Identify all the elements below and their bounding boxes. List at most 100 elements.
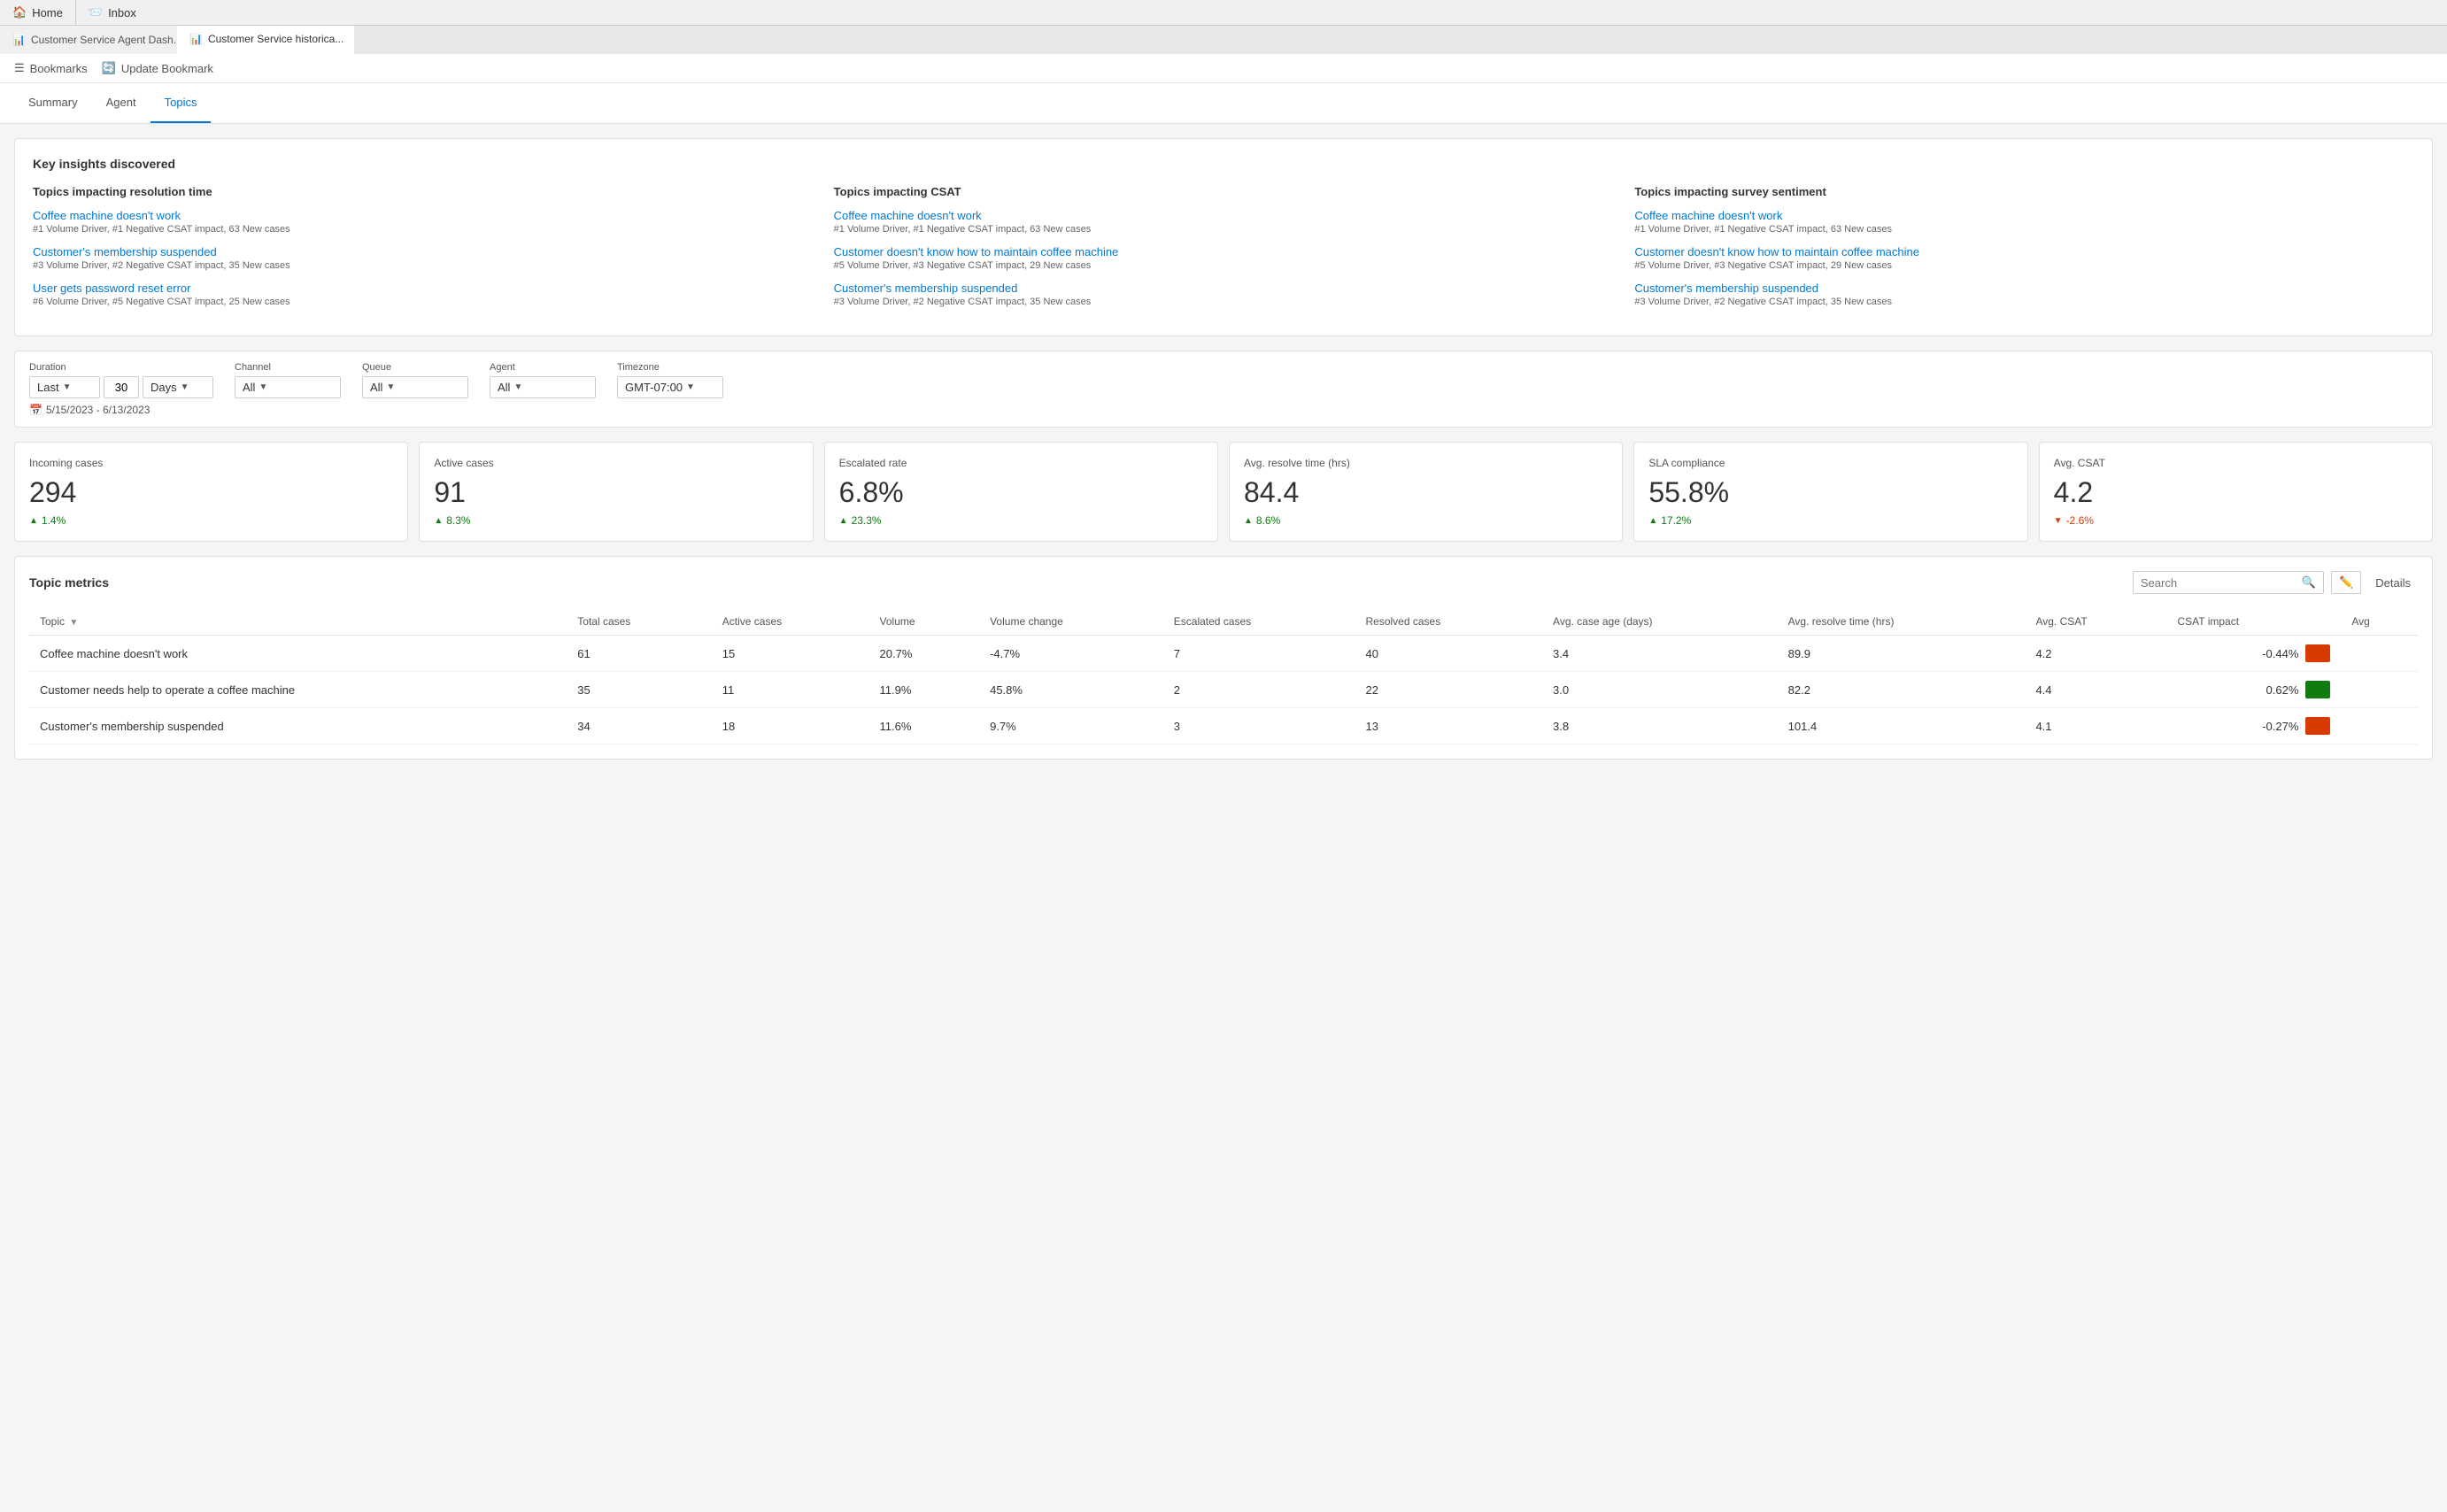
- date-range: 📅 5/15/2023 - 6/13/2023: [29, 404, 2418, 416]
- filter-channel-select[interactable]: All ▼: [235, 376, 341, 398]
- col-avg-csat[interactable]: Avg. CSAT: [2025, 608, 2166, 636]
- calendar-icon: 📅: [29, 404, 42, 416]
- filter-queue-select[interactable]: All ▼: [362, 376, 468, 398]
- kpi-sla-change-value: 17.2%: [1661, 514, 1691, 527]
- search-input[interactable]: [2141, 576, 2296, 590]
- insight-link-2-0[interactable]: Coffee machine doesn't work: [1634, 209, 2414, 222]
- update-bookmark-button[interactable]: 🔄 Update Bookmark: [102, 61, 213, 75]
- insight-link-0-0[interactable]: Coffee machine doesn't work: [33, 209, 813, 222]
- insight-meta-2-2: #3 Volume Driver, #2 Negative CSAT impac…: [1634, 297, 2414, 307]
- main-content: Key insights discovered Topics impacting…: [0, 124, 2447, 774]
- filter-duration-value-input[interactable]: [104, 376, 139, 398]
- kpi-sla-title: SLA compliance: [1648, 457, 2012, 469]
- col-volume-change[interactable]: Volume change: [979, 608, 1163, 636]
- insight-meta-0-1: #3 Volume Driver, #2 Negative CSAT impac…: [33, 260, 813, 271]
- col-avg[interactable]: Avg: [2341, 608, 2418, 636]
- col-avg-case-age[interactable]: Avg. case age (days): [1542, 608, 1778, 636]
- home-tab[interactable]: 🏠 Home: [0, 0, 75, 25]
- insight-meta-2-0: #1 Volume Driver, #1 Negative CSAT impac…: [1634, 224, 2414, 235]
- row-2-topic: Customer's membership suspended: [29, 708, 567, 744]
- kpi-csat-change-value: -2.6%: [2066, 514, 2094, 527]
- chevron-down-icon-agent: ▼: [513, 382, 522, 392]
- tab-label-historical: Customer Service historica...: [208, 33, 344, 45]
- kpi-escalated-value: 6.8%: [839, 476, 1203, 509]
- col-resolved-cases[interactable]: Resolved cases: [1355, 608, 1543, 636]
- row-0-active: 15: [712, 636, 869, 672]
- table-title: Topic metrics: [29, 575, 109, 590]
- chevron-down-icon: ▼: [63, 382, 72, 392]
- filter-duration-preset-value: Last: [37, 381, 59, 394]
- filter-agent-select[interactable]: All ▼: [490, 376, 596, 398]
- tab-agent-dash[interactable]: 📊 Customer Service Agent Dash...: [0, 26, 177, 54]
- table-wrapper: Topic ▼ Total cases Active cases Volume …: [29, 608, 2418, 744]
- col-csat-impact[interactable]: CSAT impact: [2166, 608, 2341, 636]
- row-1-csat-bar-cell: 0.62%: [2177, 681, 2330, 698]
- row-1-csat-impact-value: 0.62%: [2266, 683, 2299, 697]
- col-active-cases[interactable]: Active cases: [712, 608, 869, 636]
- insight-link-1-1[interactable]: Customer doesn't know how to maintain co…: [834, 245, 1614, 258]
- kpi-active-change-value: 8.3%: [446, 514, 470, 527]
- tab-label-agent-dash: Customer Service Agent Dash...: [31, 34, 177, 46]
- filter-queue: Queue All ▼: [362, 362, 468, 398]
- tab-historical[interactable]: 📊 Customer Service historica... ✕: [177, 26, 354, 54]
- row-1-volume-change: 45.8%: [979, 672, 1163, 708]
- inbox-label: Inbox: [108, 6, 136, 19]
- filter-queue-label: Queue: [362, 362, 468, 373]
- row-2-avg-resolve: 101.4: [1778, 708, 2026, 744]
- row-0-volume-change: -4.7%: [979, 636, 1163, 672]
- insight-meta-2-1: #5 Volume Driver, #3 Negative CSAT impac…: [1634, 260, 2414, 271]
- row-0-total: 61: [567, 636, 712, 672]
- home-icon: 🏠: [12, 5, 27, 19]
- filter-agent-label: Agent: [490, 362, 596, 373]
- insight-link-2-2[interactable]: Customer's membership suspended: [1634, 282, 2414, 295]
- tab-summary[interactable]: Summary: [14, 83, 92, 123]
- row-2-csat-bar-cell: -0.27%: [2177, 717, 2330, 735]
- insight-link-0-1[interactable]: Customer's membership suspended: [33, 245, 813, 258]
- search-box[interactable]: 🔍: [2133, 571, 2324, 594]
- col-topic[interactable]: Topic ▼: [29, 608, 567, 636]
- col-volume[interactable]: Volume: [869, 608, 980, 636]
- sort-icon-topic: ▼: [69, 618, 78, 628]
- kpi-resolve-value: 84.4: [1244, 476, 1608, 509]
- kpi-escalated-change-value: 23.3%: [852, 514, 882, 527]
- table-row: Coffee machine doesn't work 61 15 20.7% …: [29, 636, 2418, 672]
- tab-topics[interactable]: Topics: [151, 83, 212, 123]
- kpi-resolve-change: ▲ 8.6%: [1244, 514, 1608, 527]
- insight-link-2-1[interactable]: Customer doesn't know how to maintain co…: [1634, 245, 2414, 258]
- kpi-active-change: ▲ 8.3%: [434, 514, 798, 527]
- kpi-card-escalated: Escalated rate 6.8% ▲ 23.3%: [824, 442, 1218, 542]
- insight-col-csat: Topics impacting CSAT Coffee machine doe…: [834, 185, 1614, 318]
- insight-link-1-0[interactable]: Coffee machine doesn't work: [834, 209, 1614, 222]
- edit-button[interactable]: ✏️: [2331, 571, 2361, 594]
- row-1-csat-impact: 0.62%: [2166, 672, 2341, 708]
- kpi-active-value: 91: [434, 476, 798, 509]
- col-escalated-cases[interactable]: Escalated cases: [1163, 608, 1355, 636]
- insights-card: Key insights discovered Topics impacting…: [14, 138, 2433, 336]
- row-2-csat-impact-value: -0.27%: [2262, 720, 2298, 733]
- row-2-escalated: 3: [1163, 708, 1355, 744]
- kpi-escalated-change: ▲ 23.3%: [839, 514, 1203, 527]
- row-2-active: 18: [712, 708, 869, 744]
- row-0-csat-bar-red: [2305, 644, 2330, 662]
- row-0-csat-impact-value: -0.44%: [2262, 647, 2298, 660]
- col-total-cases[interactable]: Total cases: [567, 608, 712, 636]
- filter-duration-unit-value: Days: [151, 381, 177, 394]
- insight-link-0-2[interactable]: User gets password reset error: [33, 282, 813, 295]
- row-2-avg-age: 3.8: [1542, 708, 1778, 744]
- filter-duration-unit-select[interactable]: Days ▼: [143, 376, 213, 398]
- tab-icon-historical: 📊: [189, 33, 203, 45]
- insight-link-1-2[interactable]: Customer's membership suspended: [834, 282, 1614, 295]
- arrow-up-icon-sla: ▲: [1648, 516, 1657, 526]
- tab-agent[interactable]: Agent: [92, 83, 151, 123]
- details-button[interactable]: Details: [2368, 573, 2418, 593]
- refresh-icon: 🔄: [102, 61, 116, 75]
- filter-timezone-select[interactable]: GMT-07:00 ▼: [617, 376, 723, 398]
- row-0-resolved: 40: [1355, 636, 1543, 672]
- row-0-csat-impact: -0.44%: [2166, 636, 2341, 672]
- filter-duration-preset-select[interactable]: Last ▼: [29, 376, 100, 398]
- inbox-tab[interactable]: 📨 Inbox: [75, 0, 149, 25]
- col-avg-resolve-time[interactable]: Avg. resolve time (hrs): [1778, 608, 2026, 636]
- row-2-csat-bar-red: [2305, 717, 2330, 735]
- row-0-avg-age: 3.4: [1542, 636, 1778, 672]
- bookmarks-button[interactable]: ☰ Bookmarks: [14, 61, 88, 75]
